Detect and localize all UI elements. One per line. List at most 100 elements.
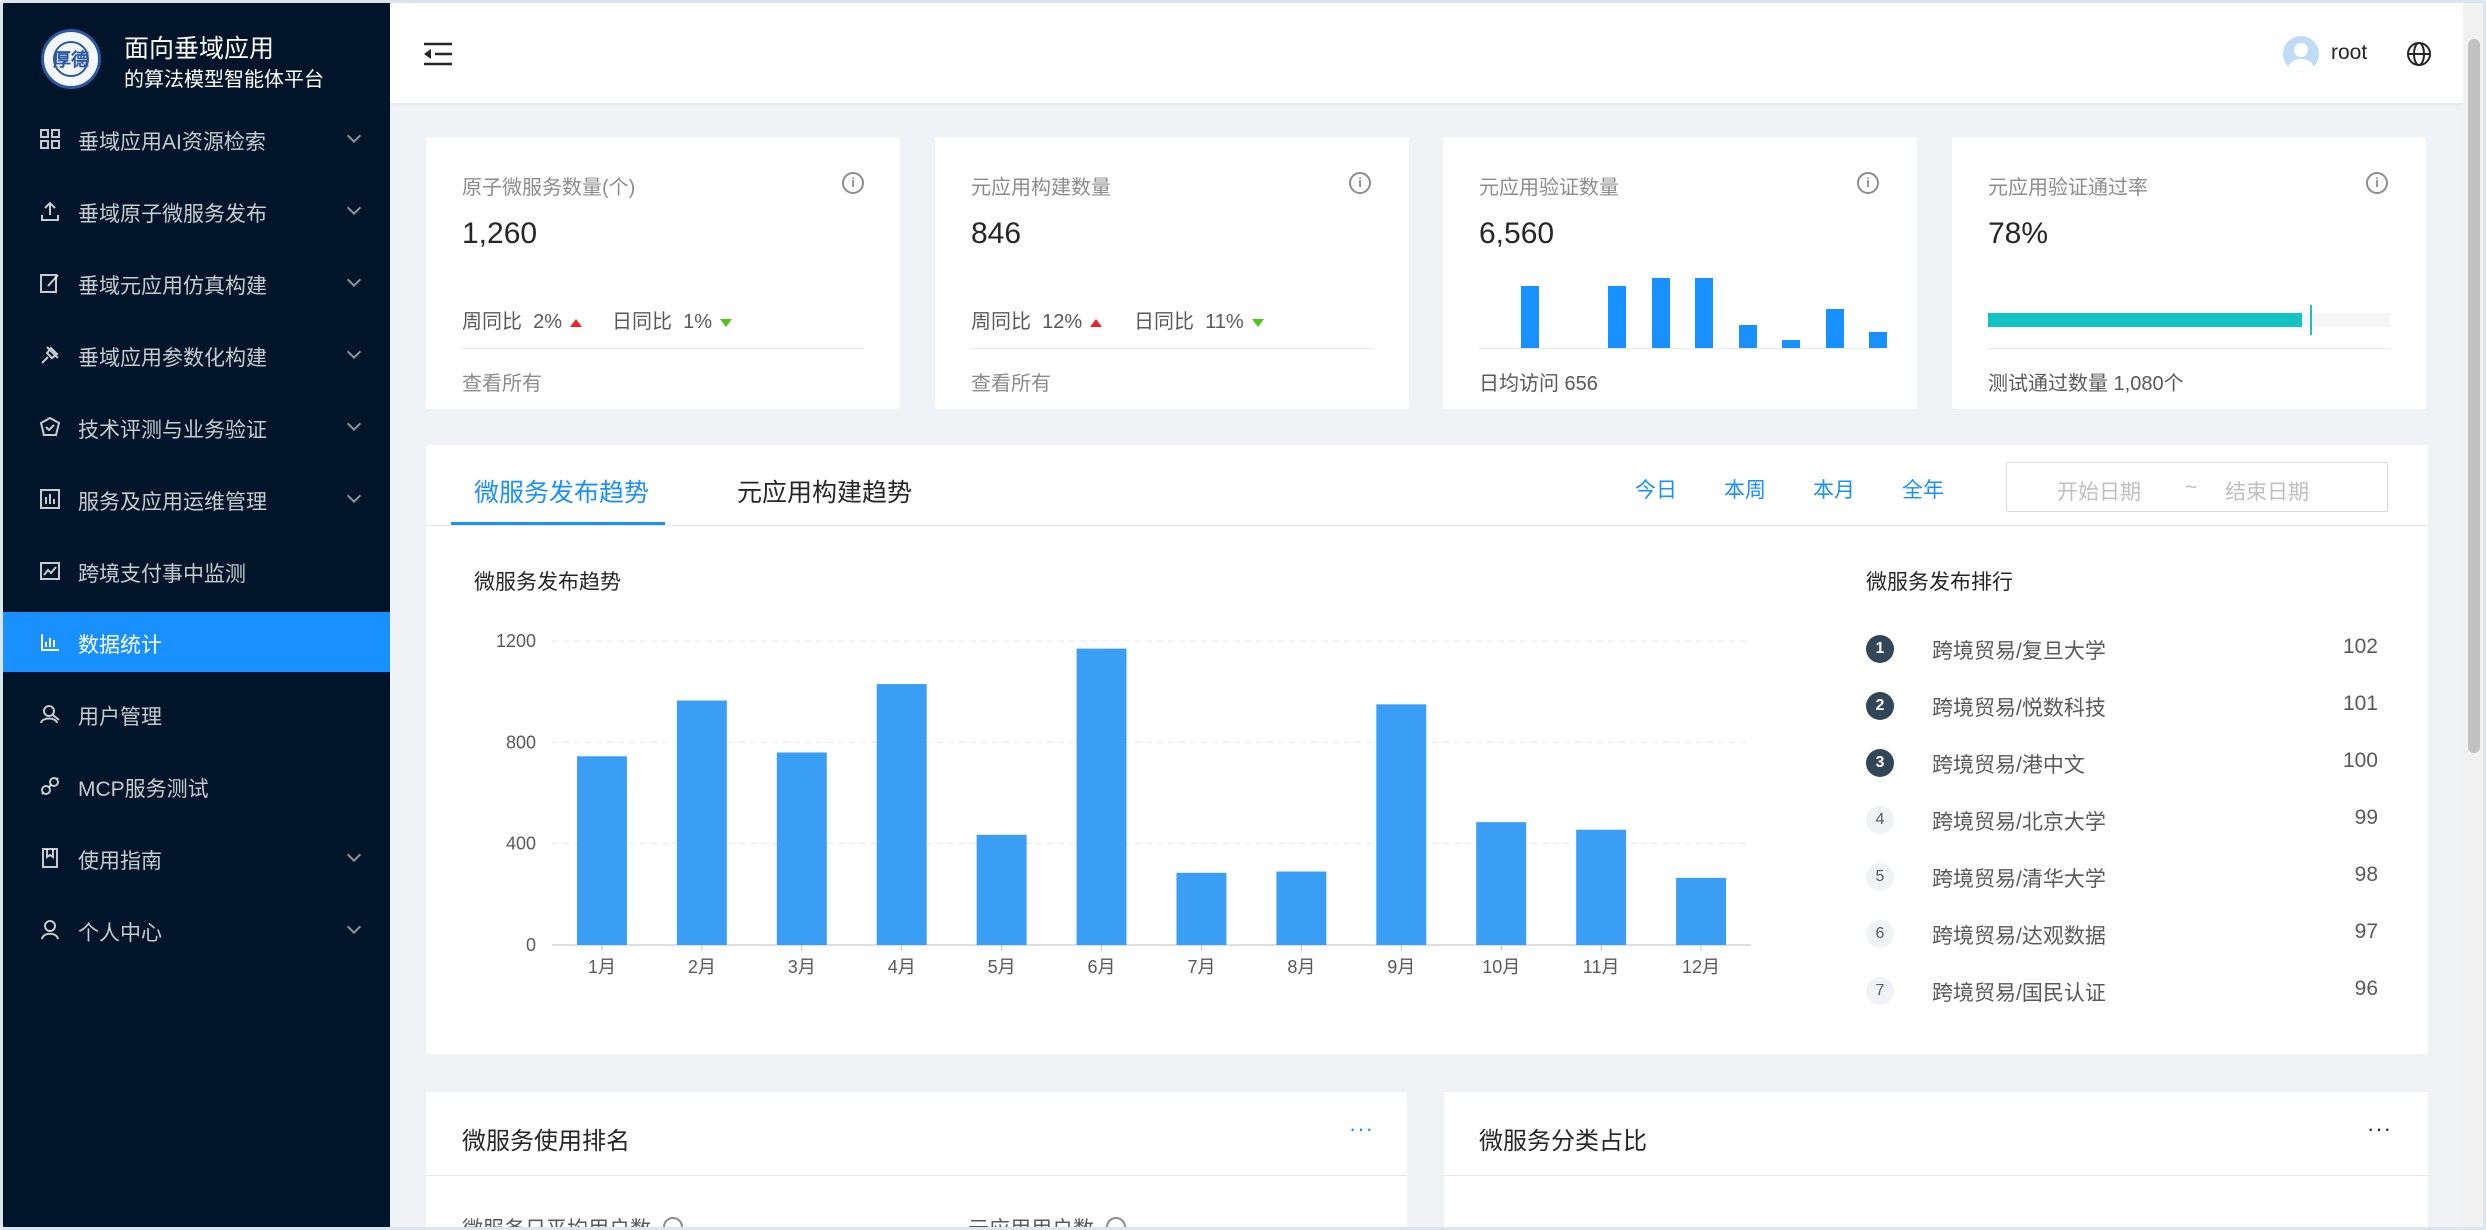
sidebar-item-line-chart[interactable]: 跨境支付事中监测 (3, 541, 390, 601)
line-chart-icon (39, 560, 61, 582)
sidebar-item-user[interactable]: 个人中心 (3, 900, 390, 960)
more-icon[interactable]: ··· (2367, 1116, 2392, 1142)
range-week-link[interactable]: 本周 (1724, 474, 1766, 504)
rank-badge: 2 (1866, 692, 1894, 720)
chart-bar (1676, 877, 1727, 945)
rank-value: 97 (2354, 920, 2378, 943)
range-today-link[interactable]: 今日 (1635, 474, 1677, 504)
menu-fold-icon[interactable] (423, 41, 453, 67)
sidebar: 厚德 面向垂域应用 的算法模型智能体平台 垂域应用AI资源检索 垂域原子微服务发布… (3, 3, 390, 1227)
card-divider (1988, 348, 2390, 349)
caret-down-icon (720, 318, 733, 327)
chart-bar (1176, 872, 1227, 945)
ranking-row[interactable]: 6 跨境贸易/达观数据 97 (1866, 916, 2378, 952)
week-label: 周同比 (462, 311, 522, 333)
sidebar-item-upload[interactable]: 垂域原子微服务发布 (3, 181, 390, 241)
info-icon[interactable] (1857, 172, 1879, 194)
publish-trend-bar-chart: 0 400 800 1200 1月 2月 3月 4月 5月 6月 7月 8月 9月 10月 11月 12月 (496, 631, 1751, 977)
x-tick-label: 7月 (1187, 957, 1215, 977)
info-icon[interactable] (842, 172, 864, 194)
ranking-row[interactable]: 2 跨境贸易/悦数科技 101 (1866, 688, 2378, 724)
app-window: 厚德 面向垂域应用 的算法模型智能体平台 垂域应用AI资源检索 垂域原子微服务发布… (0, 0, 2486, 1230)
more-icon[interactable]: ··· (1349, 1116, 1374, 1142)
chevron-down-icon (346, 128, 362, 144)
sidebar-item-label: 垂域应用参数化构建 (78, 347, 267, 370)
ranking-row[interactable]: 7 跨境贸易/国民认证 96 (1866, 973, 2378, 1009)
ranking-row[interactable]: 3 跨境贸易/港中文 100 (1866, 745, 2378, 781)
chevron-down-icon (346, 488, 362, 504)
caret-up-icon (1090, 318, 1103, 327)
mini-bar (1608, 286, 1626, 348)
y-tick-label: 400 (506, 834, 536, 854)
mini-bar (1738, 325, 1757, 348)
x-tick-label: 9月 (1387, 957, 1415, 977)
info-icon[interactable] (663, 1217, 683, 1227)
stat-label: 原子微服务数量(个) (462, 177, 636, 199)
x-tick-label: 1月 (588, 957, 616, 977)
sidebar-item-user-manage[interactable]: 用户管理 (3, 684, 390, 744)
chart-bar (1576, 829, 1627, 945)
ranking-row[interactable]: 5 跨境贸易/清华大学 98 (1866, 859, 2378, 895)
x-tick-label: 3月 (788, 957, 816, 977)
day-label: 日同比 (1134, 311, 1194, 333)
info-icon[interactable] (2366, 172, 2388, 194)
service-usage-ranking-title: 微服务使用排名 (462, 1128, 630, 1155)
sidebar-item-appstore[interactable]: 垂域应用AI资源检索 (3, 109, 390, 169)
stat-value: 6,560 (1479, 217, 1555, 250)
tab-meta-app-build-trend[interactable]: 元应用构建趋势 (737, 473, 912, 509)
daily-avg-users-label: 微服务日平均用户数 (462, 1218, 651, 1230)
y-tick-label: 800 (506, 732, 536, 752)
rank-badge: 7 (1866, 977, 1894, 1005)
date-separator: ~ (2185, 476, 2198, 499)
info-icon[interactable] (1349, 172, 1371, 194)
service-category-share-card (1444, 1092, 2428, 1227)
avatar[interactable] (2283, 36, 2319, 72)
x-tick-label: 6月 (1088, 957, 1116, 977)
range-year-link[interactable]: 全年 (1902, 474, 1944, 504)
date-range-picker[interactable]: 开始日期 ~ 结束日期 (2006, 462, 2388, 512)
logo[interactable]: 厚德 面向垂域应用 的算法模型智能体平台 (3, 3, 390, 113)
view-all-link[interactable]: 查看所有 (462, 367, 542, 396)
book-icon (39, 847, 61, 869)
username[interactable]: root (2331, 41, 2367, 65)
rank-value: 96 (2354, 977, 2378, 1000)
page-scrollbar[interactable] (2463, 3, 2483, 1227)
start-date-input[interactable]: 开始日期 (2057, 476, 2141, 506)
range-month-link[interactable]: 本月 (1813, 474, 1855, 504)
chevron-down-icon (346, 200, 362, 216)
end-date-input[interactable]: 结束日期 (2225, 476, 2309, 506)
sidebar-item-label: 使用指南 (78, 850, 162, 873)
rank-value: 101 (2342, 692, 2378, 715)
meta-app-build-card: 元应用构建数量 846 周同比 12% 日同比 11% 查看所有 (935, 137, 1409, 409)
sidebar-item-bar-chart[interactable]: 数据统计 (3, 612, 390, 672)
x-tick-label: 12月 (1682, 957, 1720, 977)
rank-name: 跨境贸易/北京大学 (1932, 811, 2106, 834)
progress-target-marker (2310, 305, 2312, 335)
view-all-link[interactable]: 查看所有 (971, 367, 1051, 396)
sidebar-item-edit[interactable]: 垂域元应用仿真构建 (3, 253, 390, 313)
rank-value: 98 (2354, 863, 2378, 886)
language-globe-icon[interactable] (2406, 41, 2432, 67)
sidebar-item-pushpin[interactable]: 垂域应用参数化构建 (3, 325, 390, 385)
stat-label: 元应用验证数量 (1479, 177, 1619, 199)
ranking-row[interactable]: 1 跨境贸易/复旦大学 102 (1866, 631, 2378, 667)
sidebar-item-fund[interactable]: 服务及应用运维管理 (3, 469, 390, 529)
user-icon (39, 919, 61, 941)
app-title-line1: 面向垂域应用 (124, 35, 275, 63)
chevron-down-icon (346, 272, 362, 288)
sidebar-item-label: 技术评测与业务验证 (78, 419, 267, 442)
info-icon[interactable] (1106, 1217, 1126, 1227)
university-emblem-icon: 厚德 (41, 29, 101, 89)
ranking-title: 微服务发布排行 (1866, 571, 2013, 594)
sidebar-item-safety[interactable]: 技术评测与业务验证 (3, 397, 390, 457)
day-over-day: 日同比 1% (612, 305, 733, 334)
stat-label: 元应用验证通过率 (1988, 177, 2148, 199)
tab-service-publish-trend[interactable]: 微服务发布趋势 (474, 473, 649, 509)
appstore-icon (39, 128, 61, 150)
verify-pass-rate-card: 元应用验证通过率 78% 测试通过数量 1,080个 (1952, 137, 2426, 409)
ranking-row[interactable]: 4 跨境贸易/北京大学 99 (1866, 802, 2378, 838)
sidebar-item-book[interactable]: 使用指南 (3, 828, 390, 888)
meta-app-users-label: 元应用用户数 (968, 1218, 1094, 1230)
scrollbar-thumb[interactable] (2468, 39, 2480, 753)
sidebar-item-api[interactable]: MCP服务测试 (3, 756, 390, 816)
